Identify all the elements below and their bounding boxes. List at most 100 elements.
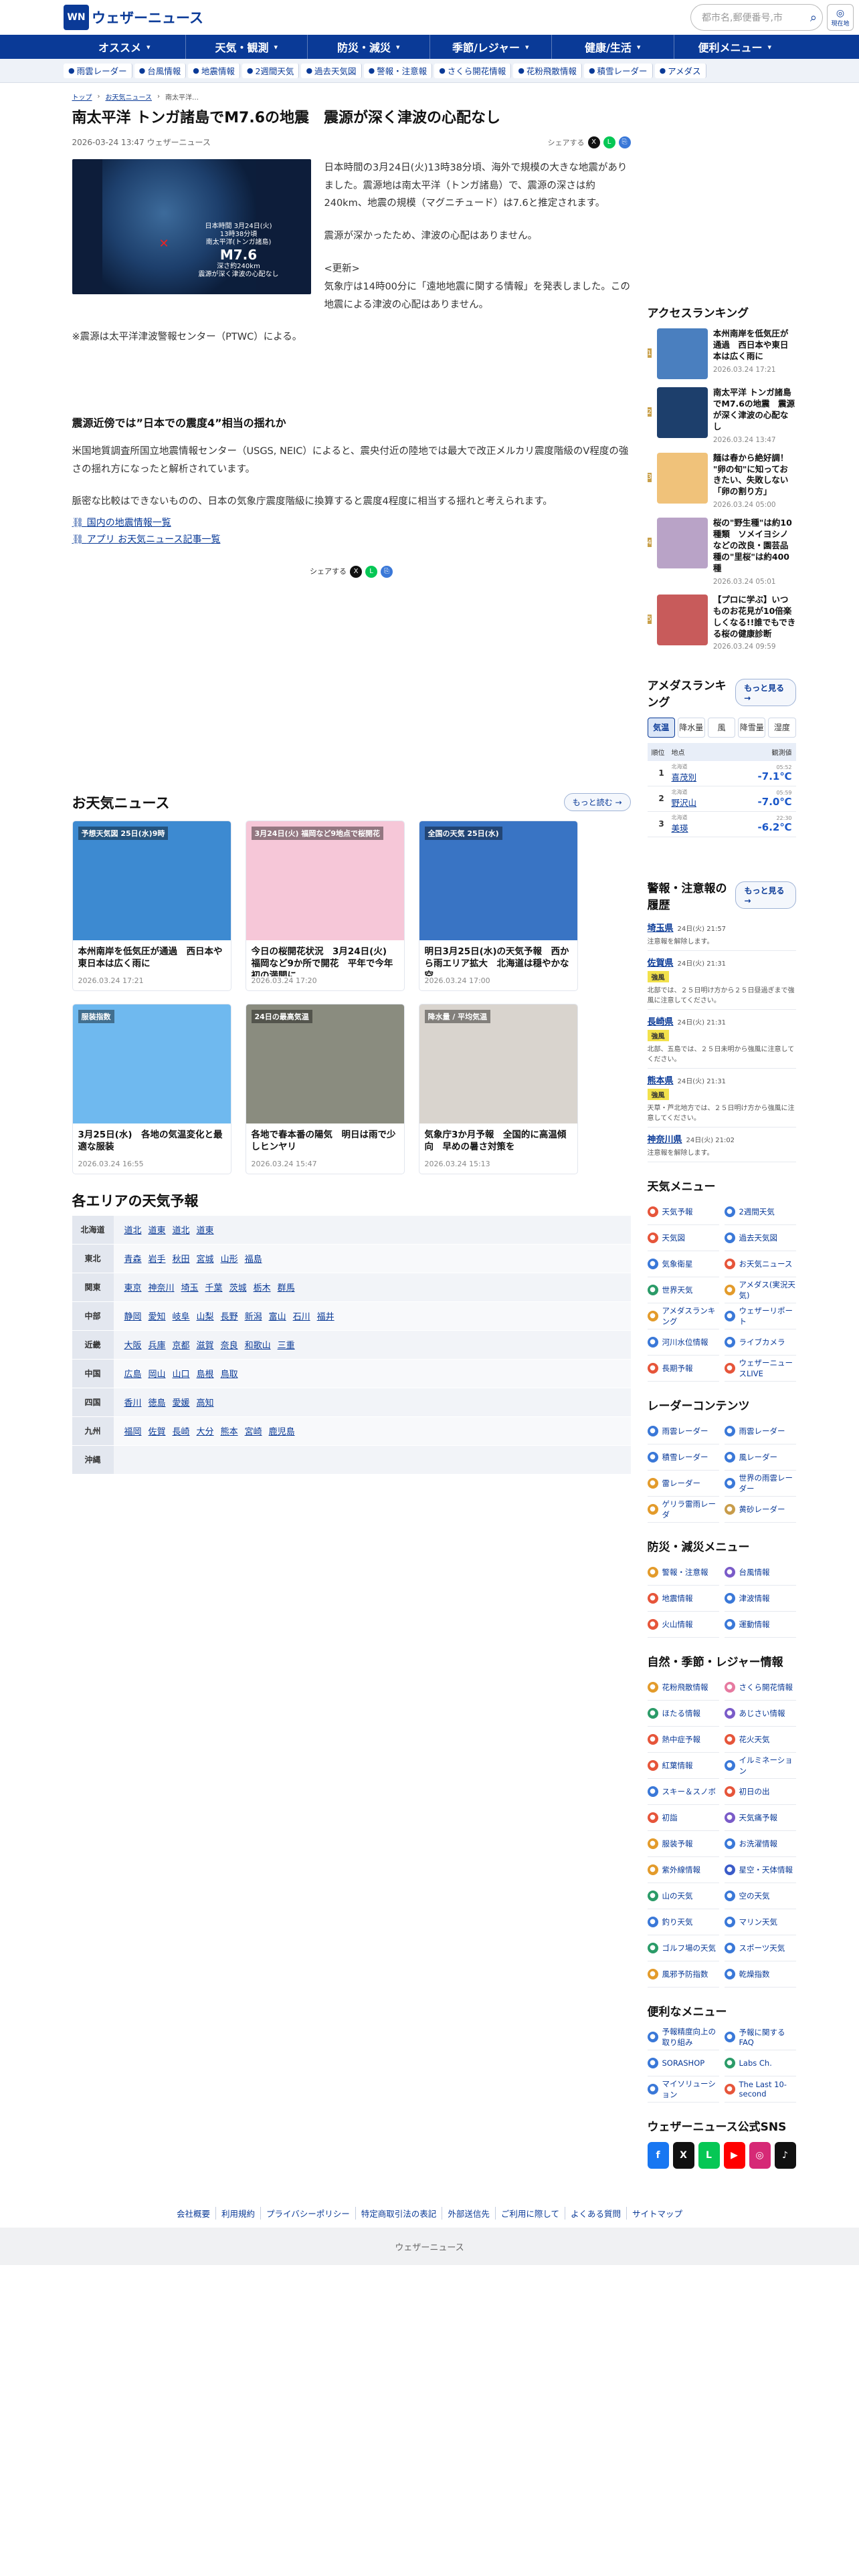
menu-item-leisure[interactable]: ● 乾燥指数 xyxy=(724,1961,796,1988)
site-logo[interactable]: WN ウェザーニュース xyxy=(64,5,203,30)
news-card[interactable]: 24日の最高気温 各地で春本番の陽気 明日は雨で少しヒンヤリ 2026.03.24 … xyxy=(245,1003,405,1174)
area-pref-link[interactable]: 奈良 xyxy=(221,1338,238,1351)
menu-item-weather_menu[interactable]: ● ウェザーリポート xyxy=(724,1303,796,1329)
menu-item-leisure[interactable]: ● マリン天気 xyxy=(724,1909,796,1935)
area-pref-link[interactable]: 香川 xyxy=(124,1396,142,1408)
menu-item-weather_menu[interactable]: ● 天気図 xyxy=(647,1225,719,1251)
amedas-more-button[interactable]: もっと見る → xyxy=(735,679,796,707)
youtube-icon[interactable]: ▶ xyxy=(723,2141,745,2169)
amedas-station-link[interactable]: 野沢山 xyxy=(672,798,697,808)
area-pref-link[interactable]: 岐阜 xyxy=(173,1309,190,1322)
share-x-icon[interactable]: X xyxy=(350,565,362,578)
ranking-item[interactable]: 4 桜の"野生種"は約10種類 ソメイヨシノなどの改良・園芸品種の"里桜"は約40… xyxy=(647,518,796,586)
area-pref-link[interactable]: 大分 xyxy=(197,1424,214,1437)
menu-item-radar[interactable]: ● ゲリラ雷雨レーダ xyxy=(647,1497,719,1523)
ranking-item[interactable]: 3 麺は春から絶好調！ "卵の旬"に知っておきたい、失敗しない「卵の割り方」 202… xyxy=(647,452,796,510)
menu-item-leisure[interactable]: ● 天気痛予報 xyxy=(724,1805,796,1831)
area-pref-link[interactable]: 埼玉 xyxy=(181,1281,199,1293)
menu-item-disaster[interactable]: ● 台風情報 xyxy=(724,1560,796,1586)
amedas-tab[interactable]: 湿度 xyxy=(768,717,796,738)
footer-link[interactable]: 外部送信先 xyxy=(442,2207,496,2220)
menu-item-radar[interactable]: ● 黄砂レーダー xyxy=(724,1497,796,1523)
menu-item-weather_menu[interactable]: ● アメダスランキング xyxy=(647,1303,719,1329)
area-pref-link[interactable]: 広島 xyxy=(124,1367,142,1380)
menu-item-leisure[interactable]: ● 紅葉情報 xyxy=(647,1753,719,1779)
app-news-link[interactable]: ⛓ アプリ お天気ニュース記事一覧 xyxy=(72,532,631,548)
ranking-item[interactable]: 2 南太平洋 トンガ諸島でM7.6の地震 震源が深く津波の心配なし 2026.03.… xyxy=(647,387,796,445)
area-pref-link[interactable]: 茨城 xyxy=(229,1281,247,1293)
warning-prefecture[interactable]: 佐賀県 xyxy=(648,958,674,968)
menu-item-leisure[interactable]: ● お洗濯情報 xyxy=(724,1831,796,1857)
area-pref-link[interactable]: 山口 xyxy=(173,1367,190,1380)
area-pref-link[interactable]: 長野 xyxy=(221,1309,238,1322)
area-pref-link[interactable]: 岩手 xyxy=(149,1252,166,1265)
area-pref-link[interactable]: 千葉 xyxy=(205,1281,223,1293)
area-pref-link[interactable]: 新潟 xyxy=(245,1309,262,1322)
subnav-item[interactable]: ● さくら開花情報 xyxy=(434,63,512,78)
gnav-item[interactable]: オススメ ▾ xyxy=(64,35,186,59)
menu-item-convenient[interactable]: ● SORASHOP xyxy=(647,2050,719,2076)
footer-link[interactable]: 利用規約 xyxy=(216,2207,262,2220)
share-x-icon[interactable]: X xyxy=(587,136,600,148)
warning-prefecture[interactable]: 埼玉県 xyxy=(648,924,674,934)
area-pref-link[interactable]: 京都 xyxy=(173,1338,190,1351)
menu-item-weather_menu[interactable]: ● 河川水位情報 xyxy=(647,1329,719,1356)
menu-item-disaster[interactable]: ● 火山情報 xyxy=(647,1612,719,1638)
share-copy-icon[interactable]: ⎘ xyxy=(618,136,631,148)
menu-item-weather_menu[interactable]: ● 長期予報 xyxy=(647,1356,719,1382)
area-pref-link[interactable]: 富山 xyxy=(269,1309,286,1322)
gnav-item[interactable]: 健康/生活 ▾ xyxy=(552,35,674,59)
subnav-item[interactable]: ● アメダス xyxy=(654,63,706,78)
menu-item-leisure[interactable]: ● 服装予報 xyxy=(647,1831,719,1857)
menu-item-radar[interactable]: ● 雷レーダー xyxy=(647,1471,719,1497)
warning-prefecture[interactable]: 神奈川県 xyxy=(648,1135,682,1145)
area-pref-link[interactable]: 宮崎 xyxy=(245,1424,262,1437)
area-pref-link[interactable]: 滋賀 xyxy=(197,1338,214,1351)
menu-item-leisure[interactable]: ● さくら開花情報 xyxy=(724,1675,796,1701)
menu-item-leisure[interactable]: ● 花火天気 xyxy=(724,1727,796,1753)
menu-item-radar[interactable]: ● 積雪レーダー xyxy=(647,1444,719,1471)
news-card[interactable]: 3月24日(火) 福岡など9地点で桜開花 今日の桜開花状況 3月24日(火) 福岡… xyxy=(245,820,405,991)
warning-prefecture[interactable]: 長崎県 xyxy=(648,1017,674,1027)
menu-item-weather_menu[interactable]: ● 世界天気 xyxy=(647,1277,719,1303)
area-pref-link[interactable]: 山形 xyxy=(221,1252,238,1265)
breadcrumb-news[interactable]: お天気ニュース xyxy=(106,92,153,102)
menu-item-disaster[interactable]: ● 津波情報 xyxy=(724,1586,796,1612)
search-icon[interactable]: ⌕ xyxy=(810,11,817,25)
menu-item-leisure[interactable]: ● 風邪予防指数 xyxy=(647,1961,719,1988)
subnav-item[interactable]: ● 警報・注意報 xyxy=(363,63,433,78)
menu-item-weather_menu[interactable]: ● お天気ニュース xyxy=(724,1251,796,1277)
area-pref-link[interactable]: 鹿児島 xyxy=(269,1424,295,1437)
menu-item-weather_menu[interactable]: ● ウェザーニュースLIVE xyxy=(724,1356,796,1382)
search-input[interactable]: 都市名,郵便番号,市 ⌕ xyxy=(690,4,823,31)
menu-item-leisure[interactable]: ● ほたる情報 xyxy=(647,1701,719,1727)
news-card[interactable]: 予想天気図 25日(水)9時 本州南岸を低気圧が通過 西日本や東日本は広く雨に 20… xyxy=(72,820,231,991)
x-icon[interactable]: X xyxy=(672,2141,694,2169)
menu-item-leisure[interactable]: ● ゴルフ場の天気 xyxy=(647,1935,719,1961)
menu-item-leisure[interactable]: ● あじさい情報 xyxy=(724,1701,796,1727)
menu-item-weather_menu[interactable]: ● 気象衛星 xyxy=(647,1251,719,1277)
menu-item-leisure[interactable]: ● 初詣 xyxy=(647,1805,719,1831)
amedas-tab[interactable]: 気温 xyxy=(647,717,675,738)
menu-item-leisure[interactable]: ● スポーツ天気 xyxy=(724,1935,796,1961)
area-pref-link[interactable]: 石川 xyxy=(293,1309,310,1322)
menu-item-convenient[interactable]: ● The Last 10-second xyxy=(724,2076,796,2103)
subnav-item[interactable]: ● 台風情報 xyxy=(134,63,187,78)
menu-item-disaster[interactable]: ● 地震情報 xyxy=(647,1586,719,1612)
news-card[interactable]: 降水量 / 平均気温 気象庁3か月予報 全国的に高温傾向 早めの暑さ対策を 2026… xyxy=(418,1003,578,1174)
area-pref-link[interactable]: 東京 xyxy=(124,1281,142,1293)
area-pref-link[interactable]: 山梨 xyxy=(197,1309,214,1322)
menu-item-weather_menu[interactable]: ● 天気予報 xyxy=(647,1199,719,1225)
menu-item-leisure[interactable]: ● 熱中症予報 xyxy=(647,1727,719,1753)
footer-link[interactable]: 特定商取引法の表記 xyxy=(356,2207,443,2220)
share-line-icon[interactable]: L xyxy=(365,565,377,578)
warning-item[interactable]: 神奈川県 24日(火) 21:02 注意報を解除します。 xyxy=(647,1128,796,1162)
area-pref-link[interactable]: 島根 xyxy=(197,1367,214,1380)
warning-prefecture[interactable]: 熊本県 xyxy=(648,1076,674,1086)
menu-item-leisure[interactable]: ● 紫外線情報 xyxy=(647,1857,719,1883)
area-pref-link[interactable]: 熊本 xyxy=(221,1424,238,1437)
area-pref-link[interactable]: 神奈川 xyxy=(149,1281,175,1293)
share-copy-icon[interactable]: ⎘ xyxy=(381,565,393,578)
gnav-item[interactable]: 季節/レジャー ▾ xyxy=(430,35,552,59)
area-pref-link[interactable]: 静岡 xyxy=(124,1309,142,1322)
